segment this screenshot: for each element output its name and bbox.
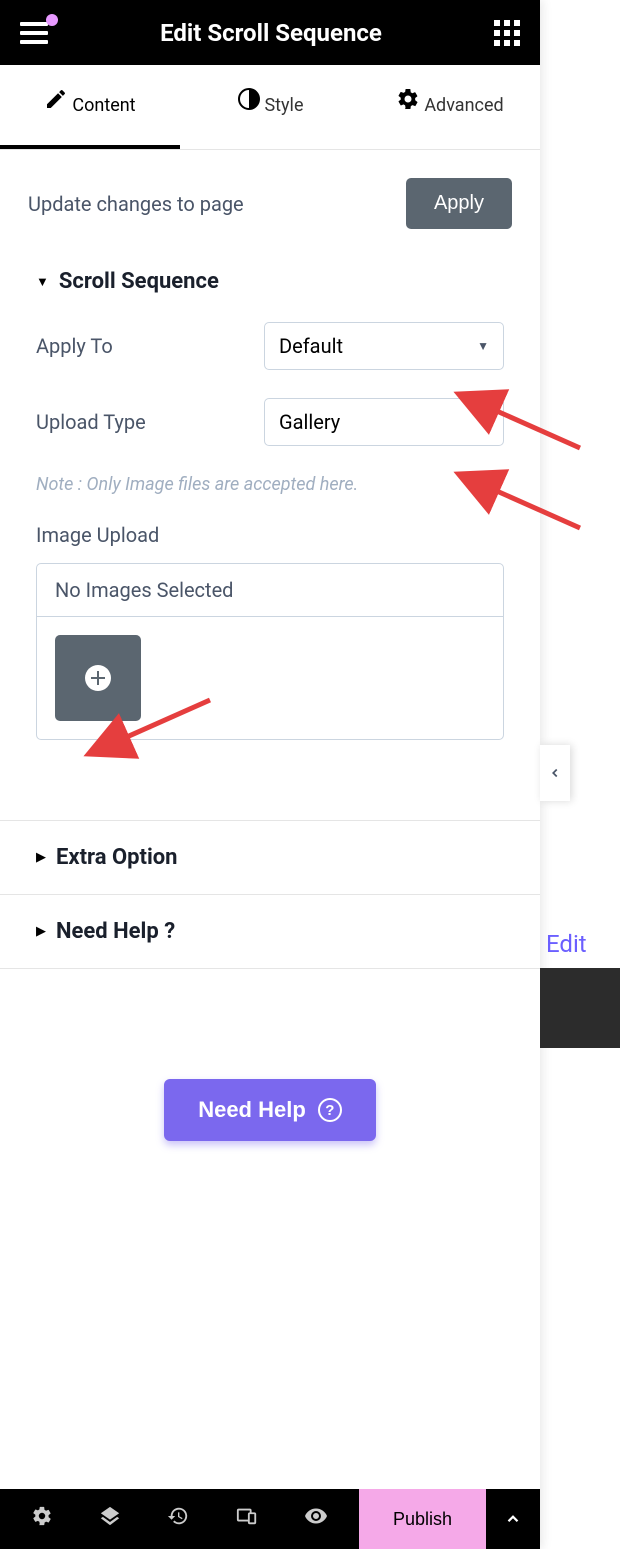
- settings-icon[interactable]: [31, 1505, 53, 1533]
- tab-advanced[interactable]: Advanced: [360, 65, 540, 149]
- header-title: Edit Scroll Sequence: [160, 19, 382, 47]
- chevron-down-icon: ▼: [477, 415, 489, 429]
- responsive-icon[interactable]: [236, 1505, 258, 1533]
- apps-grid-button[interactable]: [494, 20, 520, 46]
- control-upload-type: Upload Type Gallery ▼: [36, 398, 504, 446]
- select-value: Default: [279, 334, 343, 358]
- section-title: Scroll Sequence: [59, 269, 219, 294]
- need-help-button[interactable]: Need Help ?: [164, 1079, 376, 1141]
- section-title: Extra Option: [56, 845, 178, 870]
- gear-icon: [396, 87, 420, 117]
- tab-content[interactable]: Content: [0, 65, 180, 149]
- apply-text: Update changes to page: [28, 192, 244, 216]
- chevron-down-icon: ▼: [477, 339, 489, 353]
- label-image-upload: Image Upload: [36, 523, 504, 547]
- caret-down-icon: ▼: [36, 274, 49, 290]
- control-apply-to: Apply To Default ▼: [36, 322, 504, 370]
- image-upload-box: No Images Selected: [36, 563, 504, 740]
- edit-link[interactable]: Edit: [540, 930, 587, 958]
- section-need-help[interactable]: ▶ Need Help ?: [0, 895, 540, 969]
- preview-icon[interactable]: [304, 1504, 328, 1534]
- section-header-scroll[interactable]: ▼ Scroll Sequence: [36, 269, 504, 294]
- upload-empty-text: No Images Selected: [37, 564, 503, 617]
- section-scroll-sequence: ▼ Scroll Sequence Apply To Default ▼ Upl…: [0, 249, 540, 760]
- publish-button[interactable]: Publish: [359, 1489, 486, 1549]
- editor-header: Edit Scroll Sequence: [0, 0, 540, 65]
- caret-right-icon: ▶: [36, 924, 46, 939]
- notification-dot: [46, 14, 58, 26]
- plus-icon: [85, 665, 111, 691]
- contrast-icon: [237, 87, 261, 117]
- select-upload-type[interactable]: Gallery ▼: [264, 398, 504, 446]
- select-apply-to[interactable]: Default ▼: [264, 322, 504, 370]
- select-value: Gallery: [279, 410, 340, 434]
- apply-button[interactable]: Apply: [406, 178, 512, 229]
- question-icon: ?: [318, 1098, 342, 1122]
- tab-label: Content: [72, 95, 135, 116]
- editor-footer: Publish: [0, 1489, 540, 1549]
- note-text: Note : Only Image files are accepted her…: [36, 474, 504, 495]
- label-apply-to: Apply To: [36, 334, 113, 358]
- tab-style[interactable]: Style: [180, 65, 360, 149]
- need-help-label: Need Help: [198, 1097, 306, 1123]
- editor-tabs: Content Style Advanced: [0, 65, 540, 150]
- panel-collapse-button[interactable]: [540, 745, 570, 801]
- preview-area: [540, 968, 620, 1048]
- add-image-button[interactable]: [55, 635, 141, 721]
- tab-label: Style: [264, 95, 303, 116]
- history-icon[interactable]: [167, 1505, 189, 1533]
- apply-row: Update changes to page Apply: [0, 150, 540, 249]
- pencil-icon: [44, 87, 68, 117]
- menu-button[interactable]: [20, 22, 48, 44]
- publish-options-button[interactable]: [486, 1489, 540, 1549]
- section-extra-option[interactable]: ▶ Extra Option: [0, 820, 540, 895]
- tab-label: Advanced: [424, 95, 503, 116]
- section-title: Need Help ?: [56, 919, 175, 944]
- caret-right-icon: ▶: [36, 850, 46, 865]
- layers-icon[interactable]: [99, 1505, 121, 1533]
- label-upload-type: Upload Type: [36, 410, 146, 434]
